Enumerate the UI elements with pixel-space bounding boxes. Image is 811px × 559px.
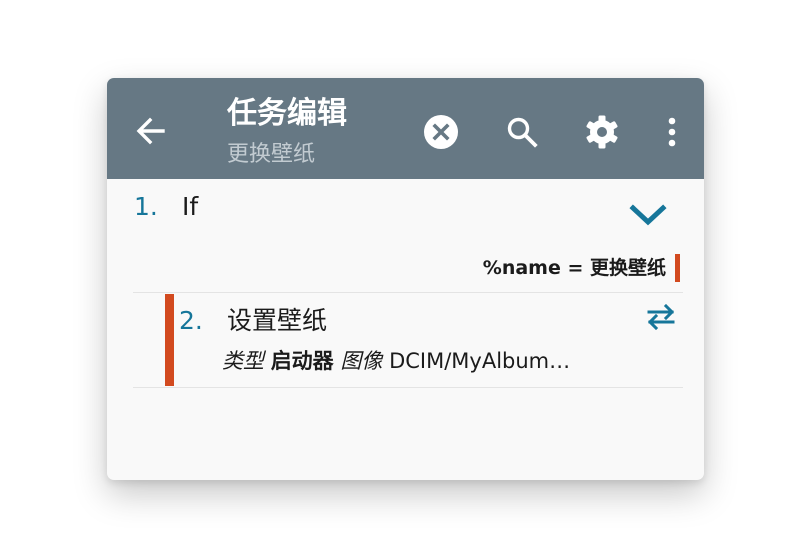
search-icon[interactable] <box>506 116 538 148</box>
action-number: 1. <box>134 192 158 221</box>
action-params: 类型 启动器 图像 DCIM/MyAlbum… <box>222 346 570 376</box>
nesting-bar <box>165 294 174 386</box>
param-key: 类型 <box>222 349 264 373</box>
param-value: 启动器 <box>270 349 334 373</box>
divider <box>133 292 683 293</box>
condition-text: %name = 更换壁纸 <box>482 257 666 279</box>
condition-marker <box>675 254 680 282</box>
swap-arrows-icon[interactable] <box>646 304 676 330</box>
param-key: 图像 <box>340 349 383 373</box>
param-value: DCIM/MyAlbum… <box>389 349 571 373</box>
page-title: 任务编辑 <box>227 96 347 131</box>
task-edit-card: 任务编辑 更换壁纸 1. If %name = 更换壁纸 2. 设置壁纸 类型 … <box>107 78 704 480</box>
page-subtitle: 更换壁纸 <box>227 142 316 167</box>
more-vert-icon[interactable] <box>668 117 676 147</box>
divider <box>133 387 683 388</box>
back-arrow-icon[interactable] <box>135 117 167 145</box>
gear-icon[interactable] <box>584 114 620 150</box>
chevron-down-icon[interactable] <box>629 203 667 227</box>
action-number: 2. <box>179 306 203 335</box>
action-label: If <box>182 192 199 221</box>
action-label: 设置壁纸 <box>227 306 328 335</box>
cancel-circle-icon[interactable] <box>424 115 458 149</box>
app-bar: 任务编辑 更换壁纸 <box>107 78 704 179</box>
